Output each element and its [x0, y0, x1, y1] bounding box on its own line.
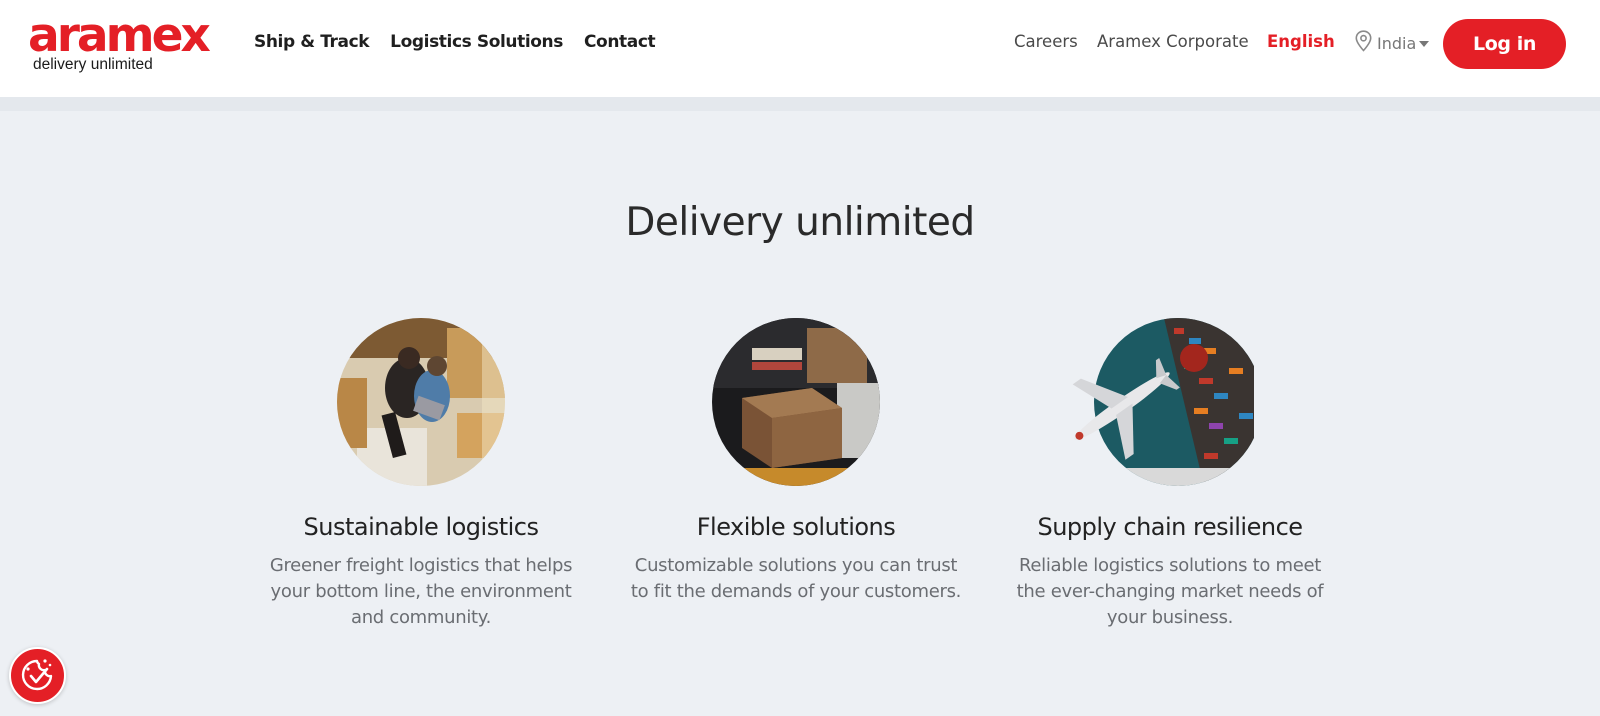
nav-contact[interactable]: Contact	[584, 32, 656, 52]
cookie-consent-icon	[11, 659, 64, 705]
feature-card-sustainable: Sustainable logistics Greener freight lo…	[251, 318, 591, 631]
site-header: aramex delivery unlimited Ship & Track L…	[0, 0, 1600, 97]
feature-description: Reliable logistics solutions to meet the…	[1016, 555, 1324, 628]
feature-description: Customizable solutions you can trust to …	[630, 555, 962, 602]
location-pin-icon	[1355, 30, 1372, 56]
nav-logistics-solutions[interactable]: Logistics Solutions	[390, 32, 563, 52]
region-selector[interactable]: India	[1355, 30, 1430, 56]
feature-title: Sustainable logistics	[303, 513, 539, 541]
feature-card-resilience: Supply chain resilience Reliable logisti…	[1000, 318, 1340, 631]
people-packing-boxes-photo	[337, 318, 505, 486]
language-switch[interactable]: English	[1267, 32, 1335, 51]
plane-and-container-ship-photo	[1072, 318, 1262, 486]
login-button[interactable]: Log in	[1443, 19, 1566, 69]
feature-title: Flexible solutions	[696, 513, 896, 541]
region-label: India	[1377, 33, 1417, 53]
nav-aramex-corporate[interactable]: Aramex Corporate	[1097, 32, 1249, 51]
nav-ship-track[interactable]: Ship & Track	[254, 32, 370, 52]
section-title: Delivery unlimited	[625, 200, 975, 245]
cardboard-box-photo	[712, 318, 880, 486]
nav-careers[interactable]: Careers	[1014, 32, 1078, 51]
cookie-consent-button[interactable]	[9, 647, 66, 704]
chevron-down-icon	[1419, 41, 1430, 47]
feature-card-flexible: Flexible solutions Customizable solution…	[626, 318, 966, 605]
logo-tagline: delivery unlimited	[33, 56, 153, 73]
feature-description: Greener freight logistics that helps you…	[269, 555, 573, 628]
primary-nav: Ship & Track Logistics Solutions Contact	[254, 32, 656, 52]
logo-wordmark: aramex	[28, 8, 211, 63]
feature-title: Supply chain resilience	[1037, 513, 1303, 541]
aramex-logo[interactable]: aramex delivery unlimited	[28, 10, 228, 76]
header-divider	[0, 97, 1600, 111]
